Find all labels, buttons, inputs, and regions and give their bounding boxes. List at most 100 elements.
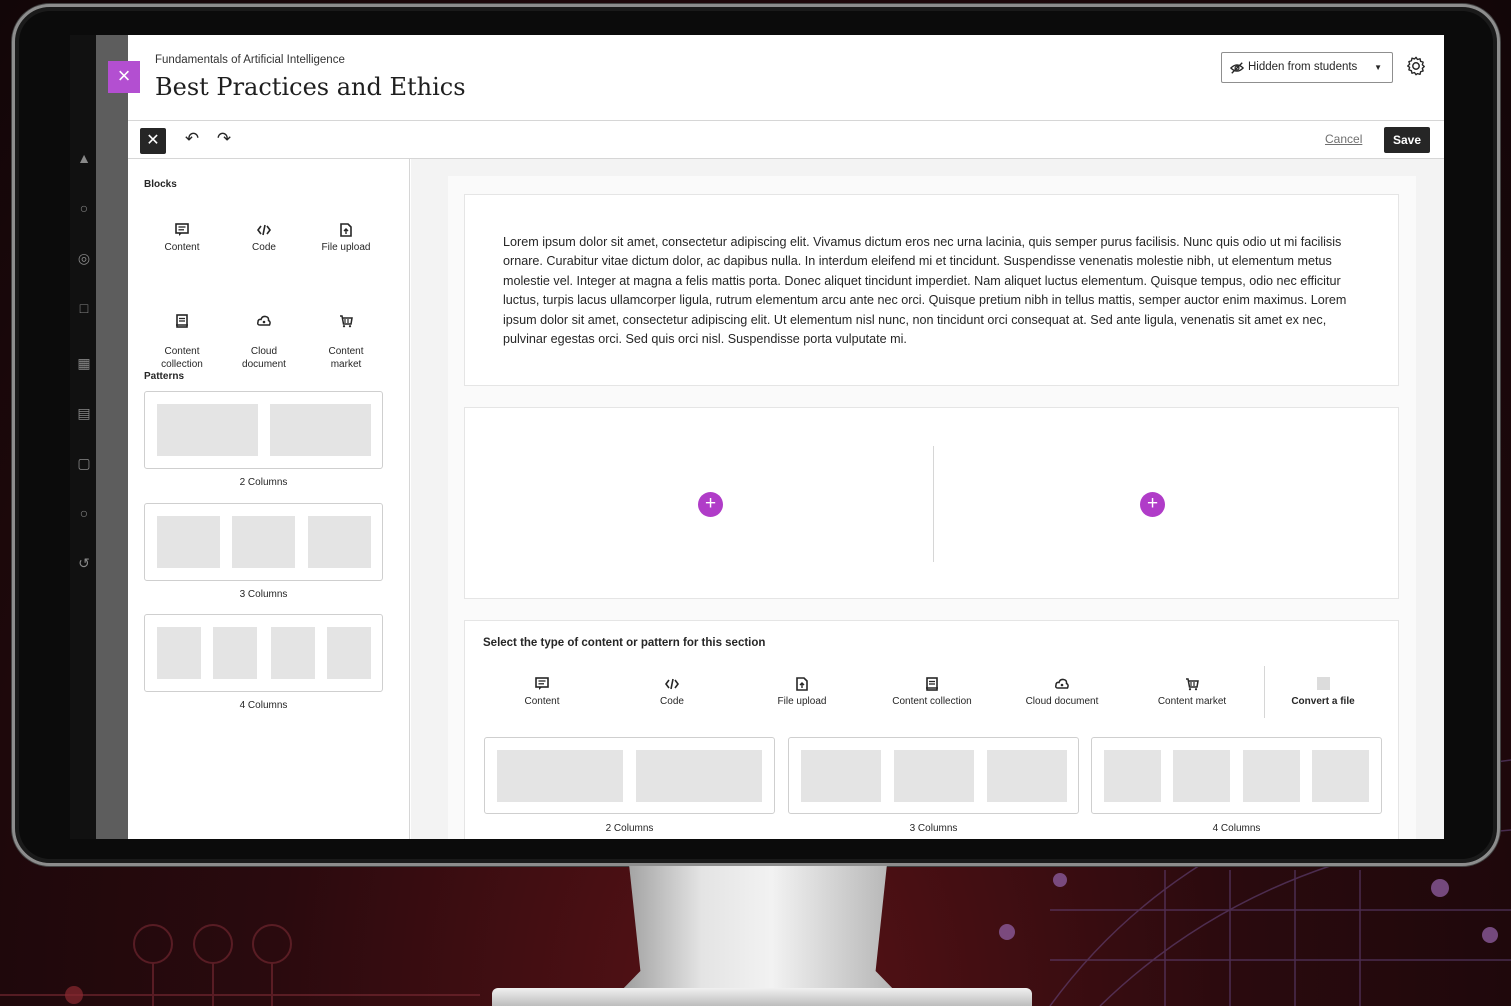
pattern-label: 3 Columns (909, 823, 958, 834)
block-content[interactable]: Content (142, 223, 222, 254)
picker-label: Cloud document (1025, 696, 1099, 707)
two-column-block: + + (464, 407, 1399, 599)
calendar-icon: ▦ (77, 355, 91, 371)
picker-pattern-3-columns[interactable] (788, 737, 1079, 814)
pattern-column-placeholder (987, 750, 1067, 802)
messages-icon: ▤ (77, 405, 91, 421)
editor-canvas: Lorem ipsum dolor sit amet, consectetur … (411, 159, 1444, 839)
block-label: Content (164, 242, 200, 253)
caret-down-icon: ▼ (1374, 63, 1382, 72)
content-market-icon (340, 315, 353, 328)
picker-label: Content collection (892, 696, 972, 707)
courses-icon: □ (79, 300, 89, 316)
picker-pattern-4-columns[interactable] (1091, 737, 1382, 814)
pattern-column-placeholder (157, 516, 220, 568)
pattern-column-placeholder (271, 627, 315, 679)
pattern-column-placeholder (232, 516, 295, 568)
block-content-market[interactable]: Content market (306, 301, 386, 371)
pattern-label: 4 Columns (1212, 823, 1261, 834)
file-upload-icon (340, 223, 352, 237)
content-icon (175, 223, 189, 236)
code-icon (665, 678, 679, 690)
pattern-3-columns[interactable] (144, 503, 383, 581)
page-area: Lorem ipsum dolor sit amet, consectetur … (448, 176, 1416, 839)
course-name: Fundamentals of Artificial Intelligence (155, 54, 345, 66)
picker-title: Select the type of content or pattern fo… (483, 637, 766, 649)
close-editor-button[interactable]: ✕ (140, 128, 166, 154)
add-content-button-right[interactable]: + (1140, 492, 1165, 517)
sign-out-icon: ↺ (78, 555, 90, 571)
cloud-document-icon (1055, 678, 1069, 689)
editor-header: Fundamentals of Artificial Intelligence … (128, 35, 1444, 121)
picker-code[interactable]: Code (616, 677, 728, 707)
pattern-column-placeholder (308, 516, 371, 568)
content-market-icon (1186, 678, 1199, 691)
redo-icon[interactable]: ↷ (215, 130, 233, 148)
content-icon (535, 677, 549, 690)
picker-content-collection[interactable]: Content collection (876, 677, 988, 707)
picker-label: Content (524, 696, 560, 707)
close-panel-button[interactable]: × (108, 61, 140, 93)
picker-label: Content market (1157, 696, 1227, 707)
add-content-button-left[interactable]: + (698, 492, 723, 517)
block-label: Content market (328, 346, 364, 370)
pattern-column-placeholder (1104, 750, 1161, 802)
block-label: File upload (321, 242, 371, 253)
pattern-column-placeholder (157, 404, 258, 456)
block-cloud-document[interactable]: Cloud document (224, 301, 304, 371)
picker-pattern-2-columns[interactable] (484, 737, 775, 814)
block-label: Code (252, 242, 276, 253)
pattern-column-placeholder (1173, 750, 1230, 802)
picker-content[interactable]: Content (486, 677, 598, 707)
globe-icon: ◎ (77, 250, 91, 266)
undo-icon[interactable]: ↶ (183, 130, 201, 148)
tools-icon: ○ (79, 505, 89, 521)
screen: ▲ ○ ◎ □ ▦ ▤ ▢ ○ ↺ Fundamentals of Artifi… (70, 35, 1444, 839)
pattern-label: 2 Columns (605, 823, 654, 834)
pattern-label: 3 Columns (239, 589, 288, 600)
settings-gear-icon[interactable] (1405, 55, 1427, 77)
picker-cloud-document[interactable]: Cloud document (1006, 677, 1118, 707)
content-editor-panel: Fundamentals of Artificial Intelligence … (128, 35, 1444, 839)
monitor-stand-base (492, 988, 1032, 1006)
cancel-button[interactable]: Cancel (1325, 132, 1362, 146)
pattern-column-placeholder (1243, 750, 1300, 802)
pattern-column-placeholder (497, 750, 623, 802)
pattern-4-columns[interactable] (144, 614, 383, 692)
editor-toolbar: ✕ ↶ ↷ Cancel Save (128, 121, 1444, 159)
monitor-stand (618, 866, 898, 994)
picker-separator (1264, 666, 1265, 718)
eye-hidden-icon (1230, 62, 1244, 74)
lms-background-strip (96, 35, 128, 839)
pattern-2-columns[interactable] (144, 391, 383, 469)
pattern-column-placeholder (801, 750, 881, 802)
pattern-column-placeholder (213, 627, 257, 679)
text-content[interactable]: Lorem ipsum dolor sit amet, consectetur … (503, 233, 1368, 349)
picker-label: Convert a file (1291, 696, 1355, 707)
block-code[interactable]: Code (224, 223, 304, 254)
picker-content-market[interactable]: Content market (1136, 677, 1248, 707)
block-content-collection[interactable]: Content collection (142, 301, 222, 371)
profile-icon: ○ (79, 200, 89, 216)
block-file-upload[interactable]: File upload (306, 223, 386, 254)
section-type-picker: Select the type of content or pattern fo… (464, 620, 1399, 839)
page-title: Best Practices and Ethics (155, 73, 466, 101)
pattern-label: 4 Columns (239, 700, 288, 711)
visibility-label: Hidden from students (1248, 61, 1358, 73)
block-label: Cloud document (242, 346, 286, 370)
picker-convert-file[interactable]: Convert a file (1267, 677, 1379, 707)
picker-label: Code (660, 696, 684, 707)
column-divider (933, 446, 934, 562)
blocks-heading: Blocks (144, 179, 177, 190)
patterns-heading: Patterns (144, 371, 185, 382)
pattern-column-placeholder (157, 627, 201, 679)
file-upload-icon (796, 677, 808, 691)
picker-file-upload[interactable]: File upload (746, 677, 858, 707)
save-button[interactable]: Save (1384, 127, 1430, 153)
text-content-block[interactable]: Lorem ipsum dolor sit amet, consectetur … (464, 194, 1399, 386)
content-collection-icon (176, 314, 188, 328)
grades-icon: ▢ (77, 455, 91, 471)
picker-label: File upload (777, 696, 827, 707)
visibility-dropdown[interactable]: Hidden from students ▼ (1221, 52, 1393, 83)
content-collection-icon (926, 677, 938, 691)
